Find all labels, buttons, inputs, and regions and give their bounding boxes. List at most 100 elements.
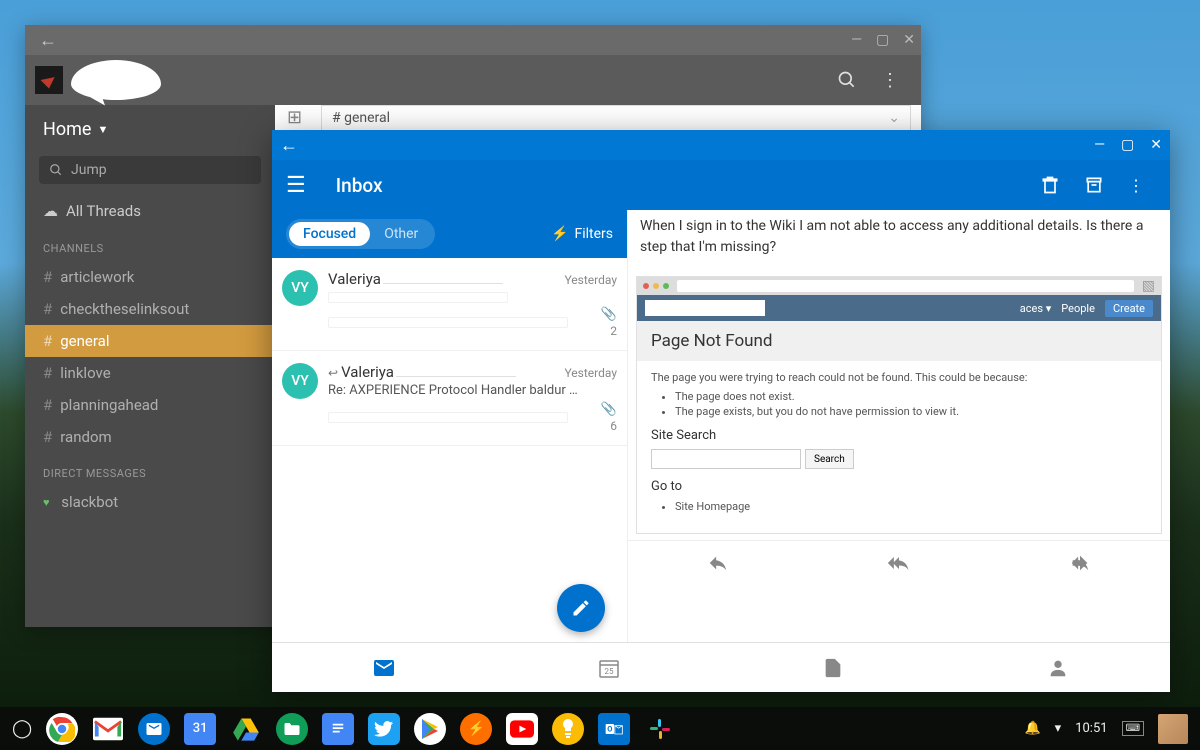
user-avatar[interactable] [1158,714,1188,744]
slack-titlebar[interactable]: ← — ▢ ✕ [25,25,921,55]
svg-text:O: O [607,724,612,733]
chrome-icon[interactable] [46,713,78,745]
minimize-icon[interactable]: — [1094,137,1105,153]
forward-button[interactable] [989,541,1170,584]
keep-icon[interactable] [552,713,584,745]
message-count: 2 [610,324,617,338]
dm-header: DIRECT MESSAGES [25,453,275,486]
tab-focused[interactable]: Focused [289,222,370,246]
jump-input[interactable]: Jump [39,156,261,184]
filters-button[interactable]: ⚡ Filters [551,226,613,242]
embedded-screenshot: ▧ aces ▾ People Create Page Not Found Th… [636,276,1162,534]
play-store-icon[interactable] [414,713,446,745]
lightning-icon: ⚡ [551,226,568,242]
files-app-icon[interactable] [276,713,308,745]
sidebar-channel-planningahead[interactable]: #planningahead [25,389,275,421]
minimize-icon[interactable]: — [851,32,862,48]
sidebar-channel-random[interactable]: #random [25,421,275,453]
redacted-text [383,271,503,284]
reply-toolbar [628,540,1170,584]
sender-name: Valeriya [328,270,381,288]
chevron-down-icon: ▼ [97,123,108,136]
reason-item: The page exists, but you do not have per… [675,405,1147,418]
nav-mail[interactable] [272,643,497,692]
search-icon[interactable] [825,70,869,90]
outlook-titlebar[interactable]: ← — ▢ ✕ [272,130,1170,160]
back-icon[interactable]: ← [31,30,65,51]
message-count: 6 [610,419,617,433]
outlook-taskbar-icon[interactable]: O [598,713,630,745]
all-threads-link[interactable]: ☁ All Threads [25,194,275,228]
maximize-icon[interactable]: ▢ [876,32,889,48]
outlook-bottom-nav: 25 [272,642,1170,692]
sender-name: Valeriya [341,363,394,381]
inbox-tabs: Focused Other ⚡ Filters [272,210,627,258]
sidebar-channel-general[interactable]: #general [25,325,275,357]
hamburger-icon[interactable]: ☰ [286,173,306,198]
outlook-app-icon[interactable] [138,713,170,745]
input-icon[interactable]: ⌨ [1122,721,1144,736]
grid-icon[interactable]: ⊞ [287,107,302,128]
notification-icon[interactable]: 🔔 [1024,721,1040,736]
slack-workspace-icon[interactable] [35,66,63,94]
sidebar-channel-checktheselinksout[interactable]: #checktheselinksout [25,293,275,325]
site-search-input [651,449,801,469]
clock[interactable]: 10:51 [1075,721,1107,736]
slack-taskbar-icon[interactable] [644,713,676,745]
reply-button[interactable] [628,541,809,584]
more-icon[interactable]: ⋮ [1116,176,1156,195]
menu-aces: aces ▾ [1020,302,1052,315]
twitter-icon[interactable] [368,713,400,745]
person-icon [1047,657,1069,679]
tab-other[interactable]: Other [370,222,432,246]
close-icon[interactable]: ✕ [1150,137,1162,153]
channel-dropdown[interactable]: # general ⌄ [321,105,911,131]
goto-item: Site Homepage [675,500,1147,513]
nav-people[interactable] [946,643,1171,692]
goto-label: Go to [651,479,1147,494]
redacted-text [328,292,508,303]
message-item[interactable]: VY Valeriya Yesterday 📎 2 [272,258,627,351]
google-drive-icon[interactable] [230,713,262,745]
message-date: Yesterday [564,273,617,287]
attachment-icon: 📎 [601,402,617,417]
app-icon[interactable]: ⚡ [460,713,492,745]
sidebar-dm-slackbot[interactable]: ♥ slackbot [25,486,275,518]
archive-icon[interactable] [1072,175,1116,195]
create-button: Create [1105,300,1153,317]
channels-header: CHANNELS [25,228,275,261]
sidebar-channel-linklove[interactable]: #linklove [25,357,275,389]
back-icon[interactable]: ← [280,135,298,156]
calendar-icon: 25 [597,656,621,680]
url-bar [677,280,1134,292]
sidebar-channel-articlework[interactable]: #articlework [25,261,275,293]
inbox-title: Inbox [336,174,383,197]
search-icon [49,163,63,177]
chevron-down-icon: ⌄ [888,110,900,126]
traffic-light-green-icon [663,283,669,289]
google-calendar-icon[interactable]: 31 [184,713,216,745]
site-search-button: Search [805,449,854,469]
launcher-icon[interactable]: ◯ [12,718,32,739]
avatar: VY [282,270,318,306]
youtube-icon[interactable] [506,713,538,745]
compose-button[interactable] [557,584,605,632]
reason-item: The page does not exist. [675,390,1147,403]
maximize-icon[interactable]: ▢ [1121,137,1134,153]
message-item[interactable]: VY ↩ Valeriya Yesterday Re: AXPERIENCE P… [272,351,627,446]
more-icon[interactable]: ⋮ [869,70,911,91]
workspace-switcher[interactable]: Home ▼ [25,105,275,150]
file-icon [822,657,844,679]
delete-icon[interactable] [1028,175,1072,195]
svg-text:25: 25 [604,667,613,676]
wifi-icon[interactable]: ▾ [1055,721,1062,736]
google-docs-icon[interactable] [322,713,354,745]
nav-files[interactable] [721,643,946,692]
redacted-text [328,412,568,423]
close-icon[interactable]: ✕ [903,32,915,48]
gmail-icon[interactable] [92,713,124,745]
slack-sidebar: Home ▼ Jump ☁ All Threads CHANNELS #arti… [25,105,275,627]
mail-icon [372,656,396,680]
nav-calendar[interactable]: 25 [497,643,722,692]
reply-all-button[interactable] [809,541,990,584]
